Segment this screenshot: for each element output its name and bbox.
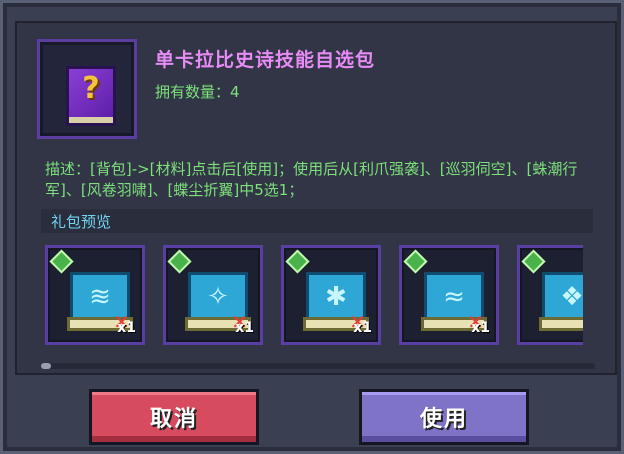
butterfly-wing-scroll-icon: ❖ xyxy=(539,272,583,331)
green-gem-icon xyxy=(403,249,428,274)
horizontal-scrollbar[interactable] xyxy=(41,363,595,369)
green-gem-icon xyxy=(49,249,74,274)
skill-pack-dialog: ? 单卡拉比史诗技能自选包 拥有数量：4 描述：[背包]->[材料]点击后[使用… xyxy=(0,0,624,454)
use-button[interactable]: 使用 xyxy=(359,389,529,445)
item-quantity: x1 xyxy=(353,320,372,336)
preview-item-card[interactable]: ❖ xyxy=(517,245,583,345)
green-gem-icon xyxy=(285,249,310,274)
question-mark-icon: ? xyxy=(82,71,100,106)
pack-title: 单卡拉比史诗技能自选包 xyxy=(155,49,376,71)
preview-item-card[interactable]: ✱ ✕ x1 xyxy=(281,245,381,345)
green-gem-icon xyxy=(167,249,192,274)
purple-mystery-book-icon: ? xyxy=(66,66,116,126)
owned-count: 拥有数量：4 xyxy=(155,83,240,101)
item-quantity: x1 xyxy=(235,320,254,336)
dialog-content-panel: ? 单卡拉比史诗技能自选包 拥有数量：4 描述：[背包]->[材料]点击后[使用… xyxy=(15,21,617,375)
preview-header: 礼包预览 xyxy=(41,209,593,233)
green-gem-icon xyxy=(521,249,546,274)
cancel-button[interactable]: 取消 xyxy=(89,389,259,445)
item-quantity: x1 xyxy=(471,320,490,336)
preview-label: 礼包预览 xyxy=(51,213,112,231)
preview-item-card[interactable]: ≋ ✕ x1 xyxy=(45,245,145,345)
item-quantity: x1 xyxy=(117,320,136,336)
preview-item-list[interactable]: ≋ ✕ x1 ✧ ✕ x1 ✱ ✕ x1 ≈ ✕ x1 ❖ xyxy=(45,245,583,353)
preview-item-card[interactable]: ≈ ✕ x1 xyxy=(399,245,499,345)
pack-icon-frame: ? xyxy=(37,39,137,139)
scrollbar-thumb[interactable] xyxy=(41,363,51,369)
preview-item-card[interactable]: ✧ ✕ x1 xyxy=(163,245,263,345)
pack-description: 描述：[背包]->[材料]点击后[使用]；使用后从[利爪强袭]、[巡羽伺空]、[… xyxy=(45,160,578,199)
